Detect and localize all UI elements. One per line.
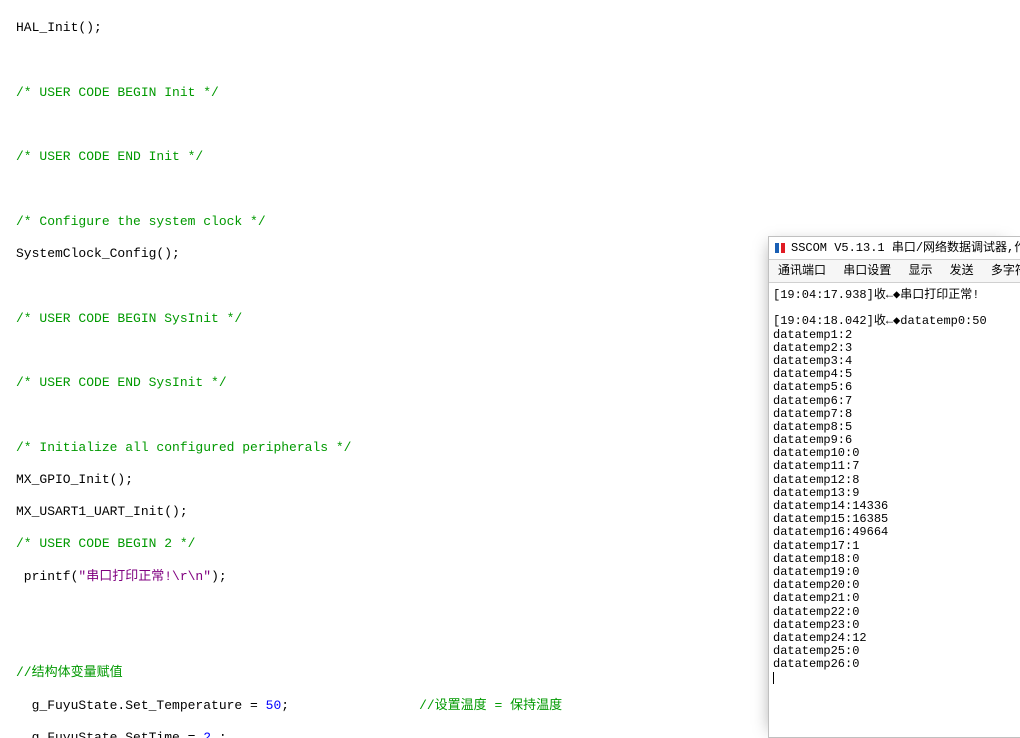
- code-line: [16, 182, 760, 198]
- code-line: [16, 117, 760, 133]
- code-line: g_FuyuState.Set_Temperature = 50;//设置温度 …: [16, 698, 760, 714]
- code-line: /* USER CODE BEGIN 2 */: [16, 536, 760, 552]
- text-cursor-icon: [773, 672, 774, 684]
- menu-port[interactable]: 通讯端口: [773, 260, 831, 282]
- code-line: [16, 343, 760, 359]
- code-line: /* USER CODE END Init */: [16, 149, 760, 165]
- viewport: { "code": { "l1":"HAL_Init();", "l2":"",…: [0, 0, 1020, 738]
- app-icon: [773, 241, 787, 255]
- code-line: [16, 53, 760, 69]
- menu-serial-settings[interactable]: 串口设置: [838, 260, 896, 282]
- code-line: /* USER CODE BEGIN Init */: [16, 85, 760, 101]
- code-line: MX_GPIO_Init();: [16, 472, 760, 488]
- code-line: SystemClock_Config();: [16, 246, 760, 262]
- menu-multi-string[interactable]: 多字符串: [986, 260, 1020, 282]
- menu-send[interactable]: 发送: [945, 260, 979, 282]
- code-line: /* USER CODE END SysInit */: [16, 375, 760, 391]
- sscom-log-text: [19:04:17.938]收←◆串口打印正常! [19:04:18.042]收…: [773, 288, 987, 671]
- code-line: [16, 633, 760, 649]
- sscom-title-text: SSCOM V5.13.1 串口/网络数据调试器,作者: [791, 237, 1020, 259]
- code-line: //结构体变量赋值: [16, 665, 760, 681]
- code-line: MX_USART1_UART_Init();: [16, 504, 760, 520]
- code-editor[interactable]: HAL_Init(); /* USER CODE BEGIN Init */ /…: [0, 0, 760, 738]
- sscom-menubar[interactable]: 通讯端口 串口设置 显示 发送 多字符串: [769, 260, 1020, 283]
- sscom-window[interactable]: SSCOM V5.13.1 串口/网络数据调试器,作者 通讯端口 串口设置 显示…: [768, 236, 1020, 738]
- code-line: [16, 601, 760, 617]
- code-line: printf("串口打印正常!\r\n");: [16, 569, 760, 585]
- code-line: [16, 407, 760, 423]
- code-line: g_FuyuState.SetTime = 2 ;: [16, 730, 760, 738]
- code-line: /* USER CODE BEGIN SysInit */: [16, 311, 760, 327]
- code-line: /* Initialize all configured peripherals…: [16, 440, 760, 456]
- sscom-log[interactable]: [19:04:17.938]收←◆串口打印正常! [19:04:18.042]收…: [769, 283, 1020, 689]
- menu-display[interactable]: 显示: [903, 260, 937, 282]
- code-line: [16, 278, 760, 294]
- sscom-titlebar[interactable]: SSCOM V5.13.1 串口/网络数据调试器,作者: [769, 237, 1020, 260]
- code-line: /* Configure the system clock */: [16, 214, 760, 230]
- code-line: HAL_Init();: [16, 20, 760, 36]
